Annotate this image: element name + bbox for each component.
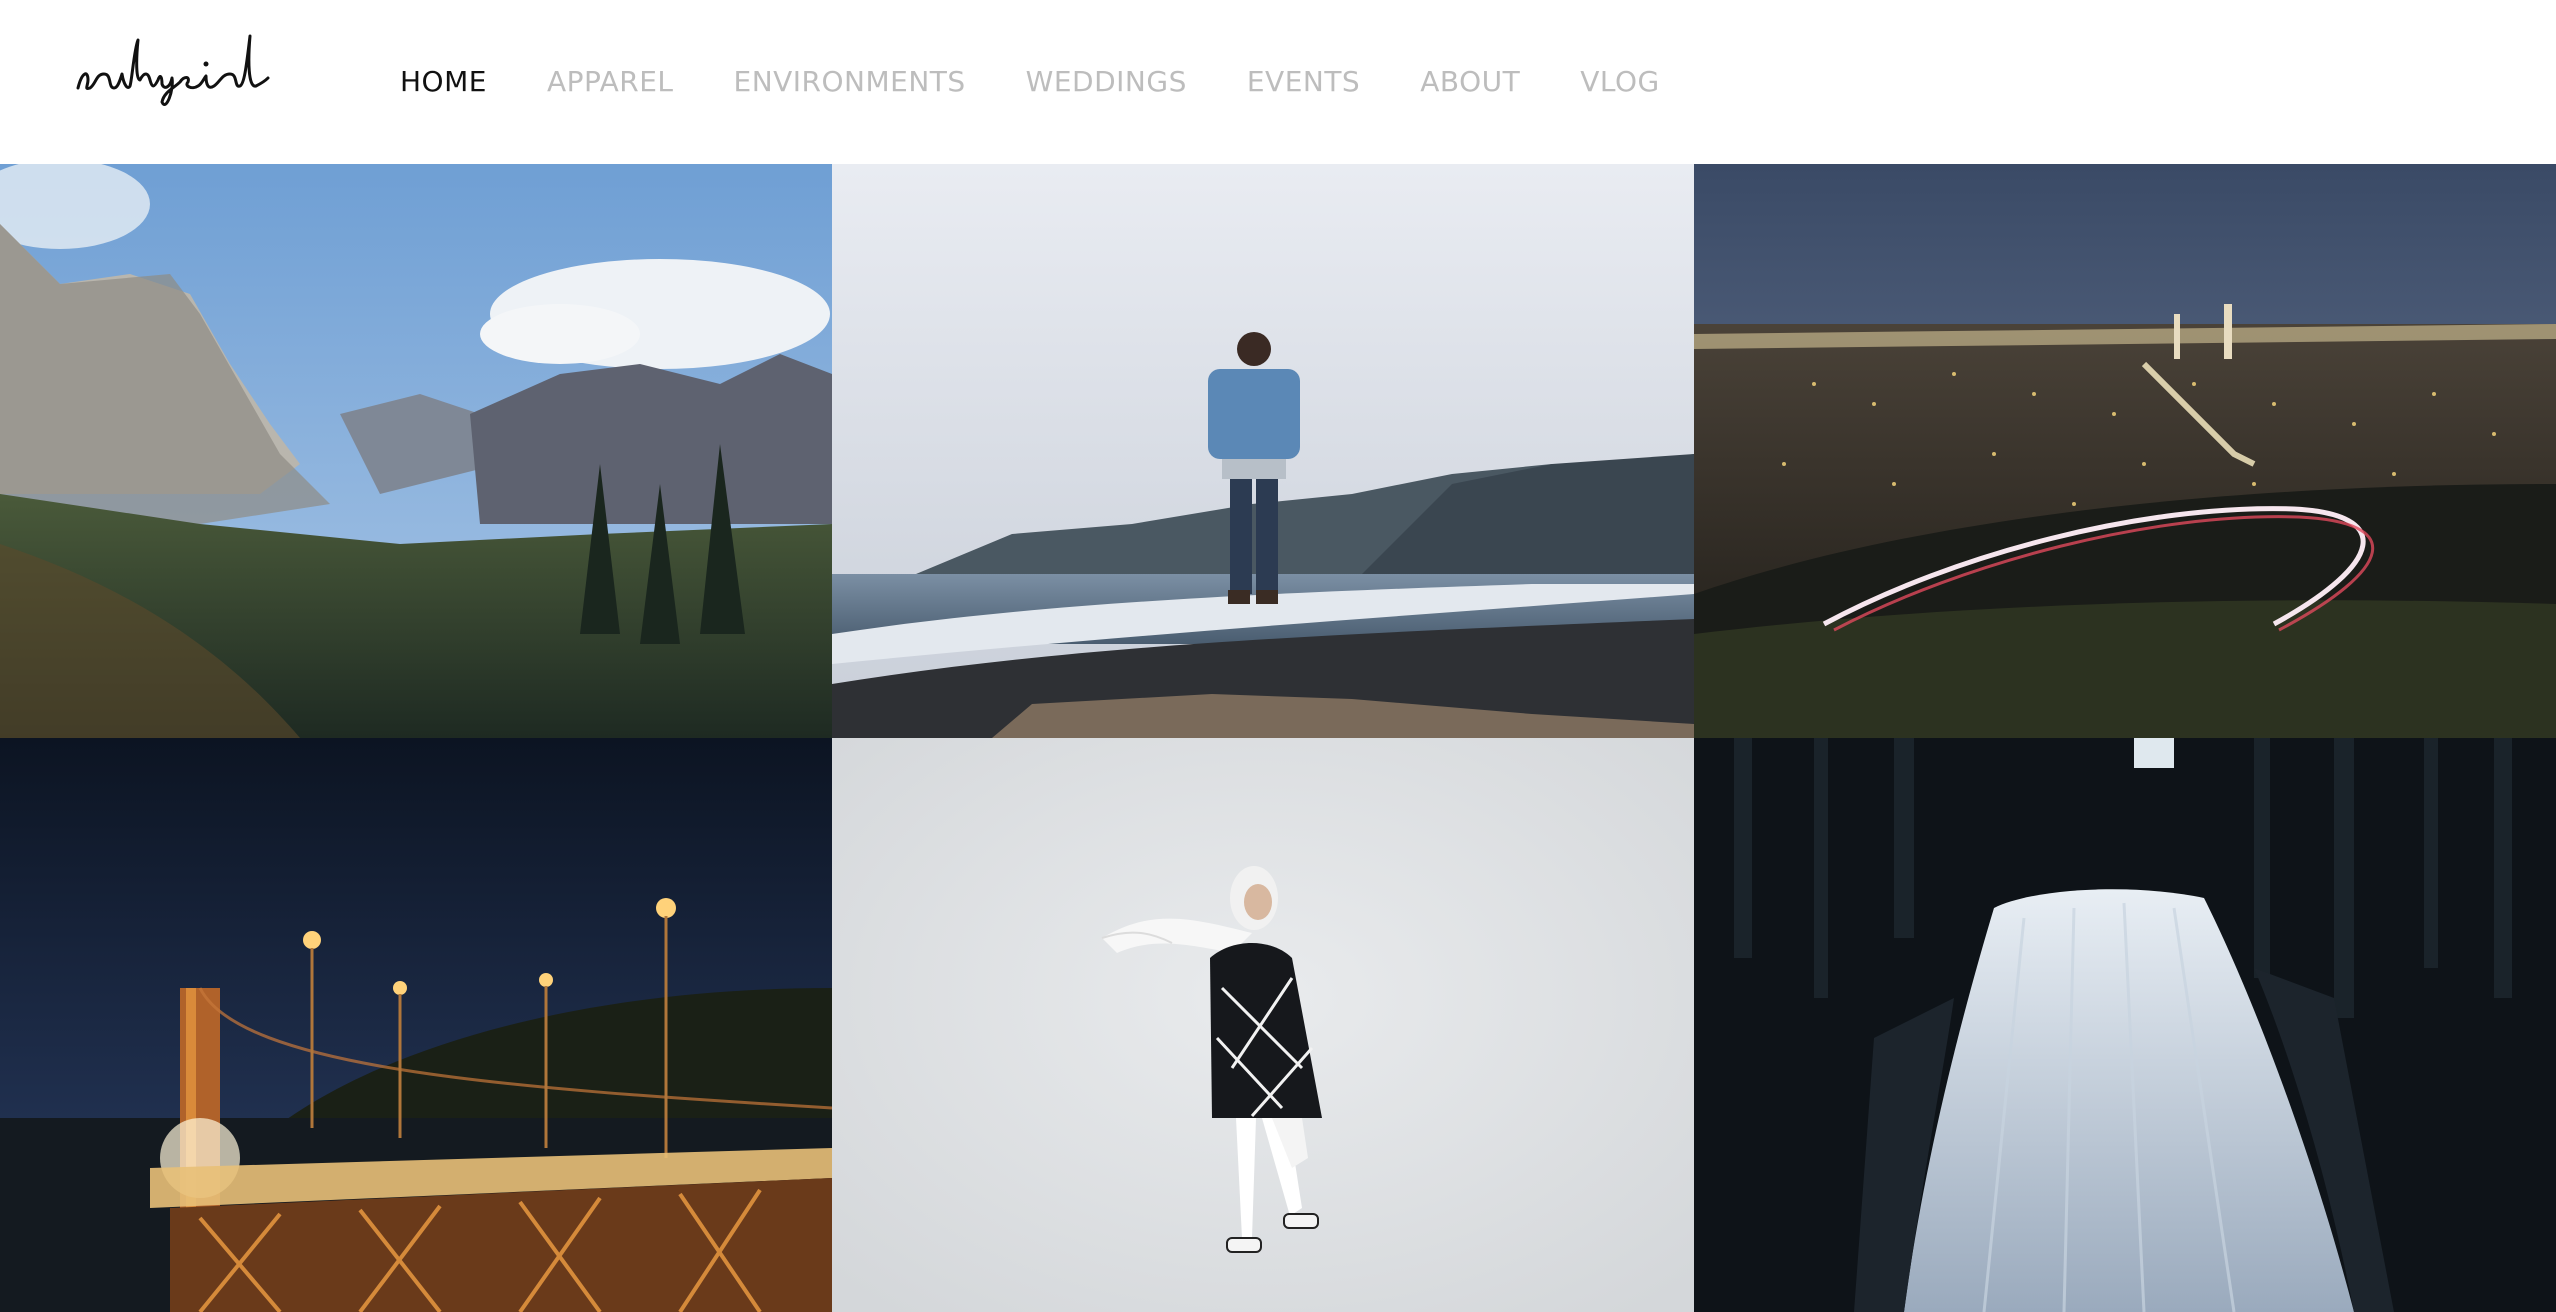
photo-gallery: [0, 164, 2556, 1312]
woman-with-scarf-photo[interactable]: [832, 738, 1694, 1312]
site-logo[interactable]: [74, 30, 274, 110]
main-navigation: HOME APPAREL ENVIRONMENTS WEDDINGS EVENT…: [400, 0, 1720, 164]
nav-home[interactable]: HOME: [400, 68, 487, 96]
nav-events[interactable]: EVENTS: [1247, 68, 1360, 96]
city-lights-night-photo[interactable]: [1694, 164, 2556, 738]
mountain-valley-photo[interactable]: [0, 164, 832, 738]
site-header: HOME APPAREL ENVIRONMENTS WEDDINGS EVENT…: [0, 0, 2556, 164]
golden-gate-bridge-night-photo[interactable]: [0, 738, 832, 1312]
man-on-beach-photo[interactable]: [832, 164, 1694, 738]
nav-vlog[interactable]: VLOG: [1580, 68, 1660, 96]
nav-weddings[interactable]: WEDDINGS: [1026, 68, 1187, 96]
nav-apparel[interactable]: APPAREL: [547, 68, 674, 96]
logo-signature-icon: [76, 34, 270, 106]
waterfall-forest-photo[interactable]: [1694, 738, 2556, 1312]
nav-environments[interactable]: ENVIRONMENTS: [734, 68, 966, 96]
nav-about[interactable]: ABOUT: [1420, 68, 1520, 96]
